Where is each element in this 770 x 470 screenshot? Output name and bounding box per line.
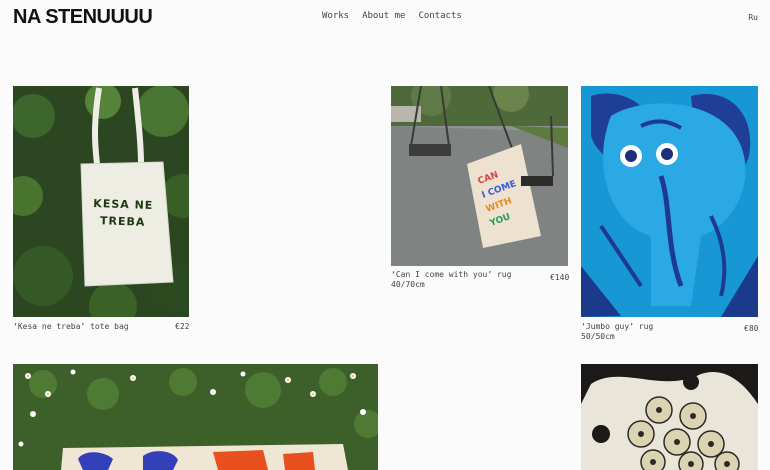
product-price-can-i-come-rug: €140 xyxy=(550,273,570,282)
nav-works[interactable]: Works xyxy=(322,11,349,21)
logo[interactable]: NA STENUUUU xyxy=(13,6,153,28)
playground-swing-photo: CAN I COME WITH YOU xyxy=(391,86,568,266)
product-image-tote-bag[interactable]: KESA NE TREBA xyxy=(13,86,189,317)
product-image-jumbo-guy-rug[interactable] xyxy=(581,86,758,317)
product-image-can-i-come-rug[interactable]: CAN I COME WITH YOU xyxy=(391,86,568,266)
product-image-flowers-rug[interactable] xyxy=(581,364,758,470)
product-size: 40/70cm xyxy=(391,280,425,289)
language-switch[interactable]: Ru xyxy=(748,13,758,22)
tote-print: KESA NE TREBA xyxy=(93,196,154,229)
nav-about-me[interactable]: About me xyxy=(362,11,405,21)
product-title-tote-bag[interactable]: ‘Kesa ne treba’ tote bag xyxy=(13,322,129,332)
main-nav: Works About me Contacts xyxy=(322,11,462,21)
flowers-rug-photo xyxy=(581,364,758,470)
blue-elephant-rug-photo xyxy=(581,86,758,317)
product-title-can-i-come-rug[interactable]: ‘Can I come with you’ rug 40/70cm xyxy=(391,270,511,290)
product-image-grass-rug[interactable] xyxy=(13,364,378,470)
product-title-jumbo-guy-rug[interactable]: ‘Jumbo guy’ rug 50/50cm xyxy=(581,322,653,342)
grass-rug-photo xyxy=(13,364,378,470)
product-price-jumbo-guy-rug: €80 xyxy=(744,324,759,333)
product-price-tote-bag: €22 xyxy=(175,322,190,331)
product-title: ‘Can I come with you’ rug xyxy=(391,270,512,279)
nav-contacts[interactable]: Contacts xyxy=(418,11,461,21)
product-size: 50/50cm xyxy=(581,332,615,341)
product-title: ‘Jumbo guy’ rug xyxy=(581,322,654,331)
